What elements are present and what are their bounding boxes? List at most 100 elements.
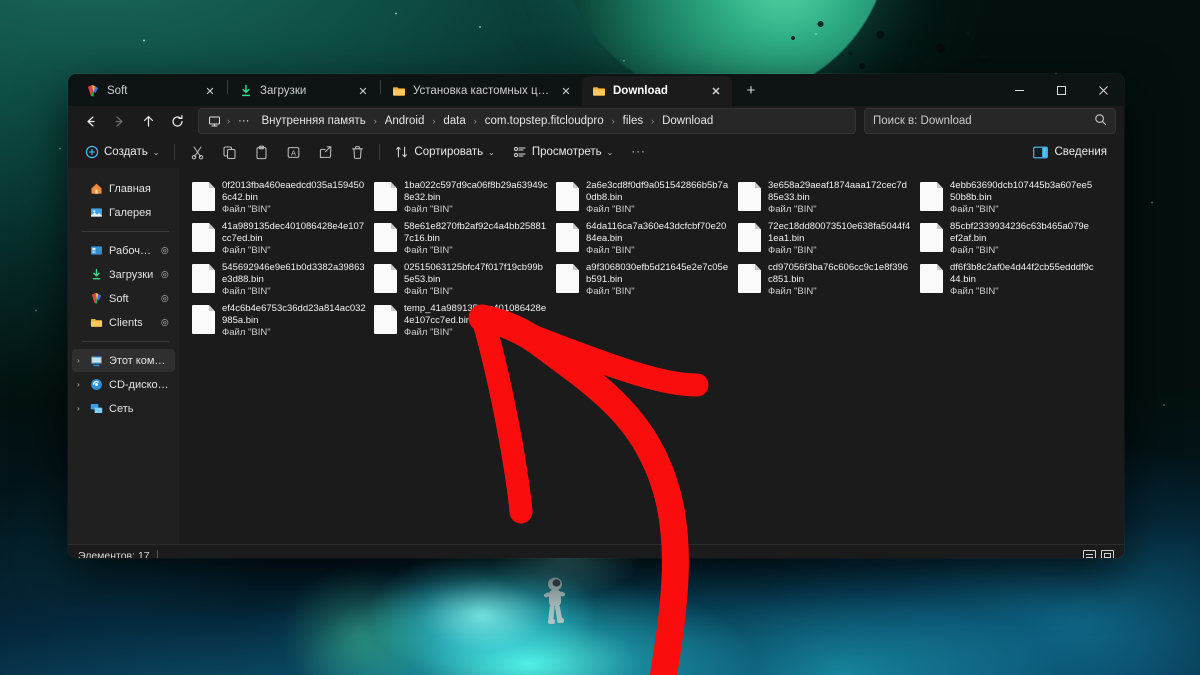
tab-label: Download: [613, 85, 668, 97]
file-type: Файл "BIN": [222, 204, 271, 215]
file-meta: 64da116ca7a360e43dcfcbf70e2084ea.bin Фай…: [586, 221, 730, 257]
breadcrumb-overflow[interactable]: ···: [233, 113, 255, 129]
view-button[interactable]: Просмотреть ⌄: [505, 139, 622, 165]
file-item[interactable]: df6f3b8c2af0e4d44f2cb55edddf9c44.bin Фай…: [916, 260, 1098, 300]
file-item[interactable]: 72ec18dd80073510e638fa5044f41ea1.bin Фай…: [734, 219, 916, 259]
chevron-right-icon[interactable]: ›: [77, 404, 80, 413]
file-item[interactable]: 2a6e3cd8f0df9a051542866b5b7a0db8.bin Фай…: [552, 178, 734, 218]
sidebar-item-label: Этот компьютер: [109, 354, 169, 367]
paste-button[interactable]: [246, 139, 276, 165]
chevron-down-icon: ⌄: [488, 147, 495, 157]
breadcrumb-item-5[interactable]: Download: [657, 113, 718, 129]
file-name: 02515063125bfc47f017f19cb99b5e53.bin: [404, 262, 543, 285]
pin-icon[interactable]: ◎: [158, 316, 172, 329]
sidebar-item-gallery[interactable]: Галерея: [72, 201, 175, 224]
sidebar-item-desktop[interactable]: Рабочий стол ◎: [72, 239, 175, 262]
search-input[interactable]: Поиск в: Download: [864, 108, 1116, 134]
close-button[interactable]: [1082, 74, 1124, 106]
file-item[interactable]: 85cbf2339934236c63b465a079eef2af.bin Фай…: [916, 219, 1098, 259]
more-options-button[interactable]: ···: [623, 139, 654, 165]
file-item[interactable]: ef4c6b4e6753c36dd23a814ac032985a.bin Фай…: [188, 301, 370, 341]
this-pc-icon[interactable]: [205, 115, 224, 128]
refresh-icon[interactable]: [163, 108, 191, 134]
file-item[interactable]: 3e658a29aeaf1874aaa172cec7d85e33.bin Фай…: [734, 178, 916, 218]
file-type: Файл "BIN": [950, 204, 999, 215]
file-item-highlighted[interactable]: temp_41a989135dec401086428e4e107cc7ed.bi…: [370, 301, 552, 341]
sidebar-item-soft[interactable]: Soft ◎: [72, 287, 175, 310]
file-meta: 2a6e3cd8f0df9a051542866b5b7a0db8.bin Фай…: [586, 180, 730, 216]
file-item[interactable]: 58e61e8270fb2af92c4a4bb258817c16.bin Фай…: [370, 219, 552, 259]
sidebar-item-home[interactable]: Главная: [72, 177, 175, 200]
breadcrumb-item-1[interactable]: Android: [380, 113, 430, 129]
pin-icon[interactable]: ◎: [158, 268, 172, 281]
breadcrumb-item-0[interactable]: Внутренняя память: [257, 113, 371, 129]
pin-icon[interactable]: ◎: [158, 292, 172, 305]
up-arrow-icon[interactable]: [134, 108, 162, 134]
tiles-view-icon[interactable]: [1101, 550, 1114, 558]
rename-button[interactable]: A: [278, 139, 308, 165]
sidebar-item-cd-drive[interactable]: › CD-дисковод (G:) К: [72, 373, 175, 396]
new-button[interactable]: Создать ⌄: [77, 139, 167, 165]
copy-button[interactable]: [214, 139, 244, 165]
tab-close-icon[interactable]: ✕: [708, 83, 724, 99]
file-item[interactable]: 64da116ca7a360e43dcfcbf70e2084ea.bin Фай…: [552, 219, 734, 259]
breadcrumb[interactable]: › ··· Внутренняя память › Android › data…: [198, 108, 856, 134]
file-meta: 545692946e9e61b0d3382a39863e3d88.bin Фай…: [222, 262, 366, 298]
file-name: a9f3068030efb5d21645e2e7c05eb591.bin: [586, 262, 729, 285]
tab-download[interactable]: Download ✕: [582, 76, 732, 106]
sort-button[interactable]: Сортировать ⌄: [387, 139, 502, 165]
this-pc-icon: [90, 354, 103, 367]
app-icon: [86, 84, 100, 98]
sidebar-item-clients[interactable]: Clients ◎: [72, 311, 175, 334]
search-icon[interactable]: [1094, 113, 1107, 129]
tab-custom-watchfaces[interactable]: Установка кастомных циферб ✕: [382, 76, 582, 106]
file-explorer-window: Soft ✕ Загрузки ✕ Установка кастомных ци…: [68, 74, 1124, 558]
sidebar-item-this-pc[interactable]: › Этот компьютер: [72, 349, 175, 372]
command-bar: Создать ⌄ A Сортировать ⌄ Просмотреть ⌄ …: [68, 136, 1124, 168]
forward-arrow-icon[interactable]: [105, 108, 133, 134]
file-type: Файл "BIN": [768, 245, 817, 256]
file-list-pane[interactable]: 0f2013fba460eaedcd035a1594506c42.bin Фай…: [180, 168, 1124, 544]
pin-icon[interactable]: ◎: [158, 244, 172, 257]
list-view-icon[interactable]: [1083, 550, 1096, 558]
file-item[interactable]: cd97056f3ba76c606cc9c1e8f396c851.bin Фай…: [734, 260, 916, 300]
chevron-right-icon[interactable]: ›: [77, 380, 80, 389]
delete-button[interactable]: [342, 139, 372, 165]
svg-text:A: A: [291, 148, 296, 157]
breadcrumb-item-4[interactable]: files: [618, 113, 648, 129]
tab-close-icon[interactable]: ✕: [202, 83, 218, 99]
cut-button[interactable]: [182, 139, 212, 165]
status-bar: Элементов: 17: [68, 544, 1124, 558]
bin-file-icon: [192, 182, 215, 211]
share-button[interactable]: [310, 139, 340, 165]
file-item[interactable]: 1ba022c597d9ca06f8b29a63949c8e32.bin Фай…: [370, 178, 552, 218]
file-item[interactable]: 41a989135dec401086428e4e107cc7ed.bin Фай…: [188, 219, 370, 259]
details-pane-button[interactable]: Сведения: [1025, 139, 1115, 165]
file-grid: 0f2013fba460eaedcd035a1594506c42.bin Фай…: [188, 178, 1118, 342]
file-item[interactable]: a9f3068030efb5d21645e2e7c05eb591.bin Фай…: [552, 260, 734, 300]
tab-downloads[interactable]: Загрузки ✕: [229, 76, 379, 106]
file-name: 58e61e8270fb2af92c4a4bb258817c16.bin: [404, 221, 547, 244]
tab-label: Установка кастомных циферб: [413, 85, 551, 97]
chevron-right-icon[interactable]: ›: [77, 356, 80, 365]
breadcrumb-item-2[interactable]: data: [438, 113, 470, 129]
back-arrow-icon[interactable]: [76, 108, 104, 134]
file-item[interactable]: 545692946e9e61b0d3382a39863e3d88.bin Фай…: [188, 260, 370, 300]
file-item[interactable]: 02515063125bfc47f017f19cb99b5e53.bin Фай…: [370, 260, 552, 300]
tab-close-icon[interactable]: ✕: [558, 83, 574, 99]
file-type: Файл "BIN": [222, 327, 271, 338]
minimize-button[interactable]: [998, 74, 1040, 106]
file-item[interactable]: 4ebb63690dcb107445b3a607ee550b8b.bin Фай…: [916, 178, 1098, 218]
breadcrumb-item-3[interactable]: com.topstep.fitcloudpro: [480, 113, 609, 129]
sidebar-item-downloads[interactable]: Загрузки ◎: [72, 263, 175, 286]
tab-soft[interactable]: Soft ✕: [76, 76, 226, 106]
view-button-label: Просмотреть: [531, 146, 602, 158]
tab-close-icon[interactable]: ✕: [355, 83, 371, 99]
chevron-down-icon: ⌄: [152, 147, 160, 157]
folder-icon: [592, 84, 606, 98]
bin-file-icon: [374, 223, 397, 252]
maximize-button[interactable]: [1040, 74, 1082, 106]
new-tab-button[interactable]: +: [738, 77, 764, 103]
sidebar-item-network[interactable]: › Сеть: [72, 397, 175, 420]
file-item[interactable]: 0f2013fba460eaedcd035a1594506c42.bin Фай…: [188, 178, 370, 218]
